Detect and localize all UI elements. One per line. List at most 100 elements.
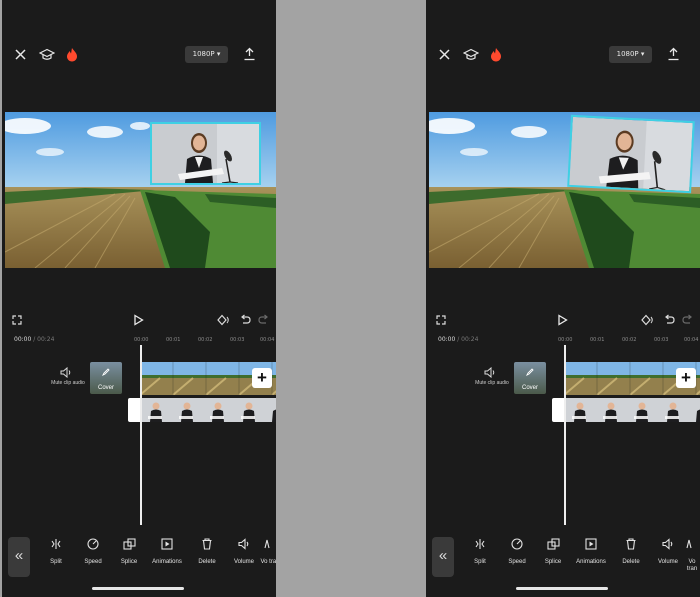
add-clip-button[interactable]: +: [252, 368, 272, 388]
volume-label: Volume: [233, 559, 254, 565]
playback-controls: [426, 310, 700, 332]
redo-icon[interactable]: [258, 314, 269, 325]
voice-button[interactable]: Vo tran: [260, 537, 276, 566]
volume-button[interactable]: Volume: [651, 537, 685, 566]
cover-button[interactable]: Cover: [514, 362, 546, 394]
voice-icon: [686, 539, 692, 549]
speed-label: Speed: [508, 559, 526, 565]
playhead[interactable]: [564, 345, 566, 525]
keyframe-icon[interactable]: [641, 314, 655, 327]
animations-label: Animations: [152, 559, 182, 565]
video-preview[interactable]: [429, 112, 700, 268]
top-bar: 1080P ▾: [2, 0, 276, 110]
animations-icon: [585, 538, 597, 550]
fullscreen-icon[interactable]: [436, 315, 446, 325]
mute-clip-audio-label[interactable]: Mute clip audio: [48, 380, 88, 386]
split-icon: [475, 539, 485, 549]
undo-icon[interactable]: [664, 314, 675, 325]
animations-label: Animations: [576, 559, 606, 565]
export-icon[interactable]: [243, 47, 256, 61]
edit-icon: [102, 368, 110, 376]
phone-screen-left: 1080P ▾ 00:00 / 00:24 00:00 00:01 00:02 …: [2, 0, 276, 597]
delete-icon: [202, 538, 212, 550]
collapse-toolbar-button[interactable]: «: [8, 537, 30, 577]
flame-icon[interactable]: [66, 47, 78, 62]
overlay-video-track[interactable]: [564, 398, 700, 422]
ruler-mark: 00:02: [622, 337, 637, 343]
ruler-mark: 00:03: [230, 337, 245, 343]
current-time: 00:00: [438, 336, 456, 343]
edit-toolbar: « Split Speed Splice Animations Delete V…: [2, 529, 276, 597]
splice-button[interactable]: Splice: [536, 537, 570, 566]
cover-label: Cover: [97, 385, 114, 391]
speaker-icon[interactable]: [60, 367, 72, 378]
fullscreen-icon[interactable]: [12, 315, 22, 325]
split-button[interactable]: Split: [463, 537, 497, 566]
time-counter: 00:00 / 00:24: [438, 336, 478, 343]
playhead[interactable]: [140, 345, 142, 525]
total-time: / 00:24: [457, 336, 479, 343]
time-counter: 00:00 / 00:24: [14, 336, 54, 343]
undo-icon[interactable]: [240, 314, 251, 325]
clip-trim-handle[interactable]: [128, 398, 140, 422]
splice-label: Splice: [120, 559, 138, 565]
play-icon[interactable]: [557, 314, 568, 326]
delete-label: Delete: [622, 559, 640, 565]
split-label: Split: [50, 559, 62, 565]
splice-icon: [122, 538, 136, 550]
ruler-mark: 00:01: [590, 337, 605, 343]
mute-clip-audio-label[interactable]: Mute clip audio: [472, 380, 512, 386]
clip-trim-handle[interactable]: [552, 398, 564, 422]
split-label: Split: [474, 559, 486, 565]
video-preview[interactable]: [5, 112, 276, 268]
voice-icon: [264, 539, 270, 549]
close-icon[interactable]: [438, 48, 451, 61]
overlay-clip[interactable]: [150, 122, 261, 185]
delete-icon: [626, 538, 636, 550]
close-icon[interactable]: [14, 48, 27, 61]
home-indicator: [92, 587, 184, 590]
voice-button[interactable]: Vo tran: [684, 537, 700, 573]
delete-label: Delete: [198, 559, 216, 565]
volume-button[interactable]: Volume: [227, 537, 261, 566]
edit-icon: [526, 368, 534, 376]
speed-button[interactable]: Speed: [76, 537, 110, 566]
animations-button[interactable]: Animations: [574, 537, 608, 566]
ruler-mark: 00:03: [654, 337, 669, 343]
speed-button[interactable]: Speed: [500, 537, 534, 566]
presenter-image: [569, 116, 693, 192]
add-clip-button[interactable]: +: [676, 368, 696, 388]
current-time: 00:00: [14, 336, 32, 343]
splice-icon: [546, 538, 560, 550]
presenter-thumbnails: [148, 402, 276, 422]
flame-icon[interactable]: [490, 47, 502, 62]
overlay-video-track[interactable]: [140, 398, 276, 422]
animations-button[interactable]: Animations: [150, 537, 184, 566]
top-bar: 1080P ▾: [426, 0, 700, 110]
export-icon[interactable]: [667, 47, 680, 61]
redo-icon[interactable]: [682, 314, 693, 325]
speed-icon: [511, 538, 523, 550]
graduation-cap-icon[interactable]: [39, 48, 55, 61]
speaker-icon[interactable]: [484, 367, 496, 378]
edit-toolbar: « Split Speed Splice Animations Delete V…: [426, 529, 700, 597]
split-icon: [51, 539, 61, 549]
collapse-toolbar-button[interactable]: «: [432, 537, 454, 577]
splice-button[interactable]: Splice: [112, 537, 146, 566]
presenter-image: [152, 124, 259, 183]
animations-icon: [161, 538, 173, 550]
cover-button[interactable]: Cover: [90, 362, 122, 394]
volume-icon: [661, 538, 672, 550]
graduation-cap-icon[interactable]: [463, 48, 479, 61]
cover-label: Cover: [521, 385, 538, 391]
keyframe-icon[interactable]: [217, 314, 231, 327]
play-icon[interactable]: [133, 314, 144, 326]
overlay-clip[interactable]: [567, 114, 695, 194]
speed-icon: [87, 538, 99, 550]
resolution-dropdown[interactable]: 1080P ▾: [609, 46, 652, 63]
delete-button[interactable]: Delete: [190, 537, 224, 566]
split-button[interactable]: Split: [39, 537, 73, 566]
delete-button[interactable]: Delete: [614, 537, 648, 566]
resolution-dropdown[interactable]: 1080P ▾: [185, 46, 228, 63]
splice-label: Splice: [544, 559, 562, 565]
